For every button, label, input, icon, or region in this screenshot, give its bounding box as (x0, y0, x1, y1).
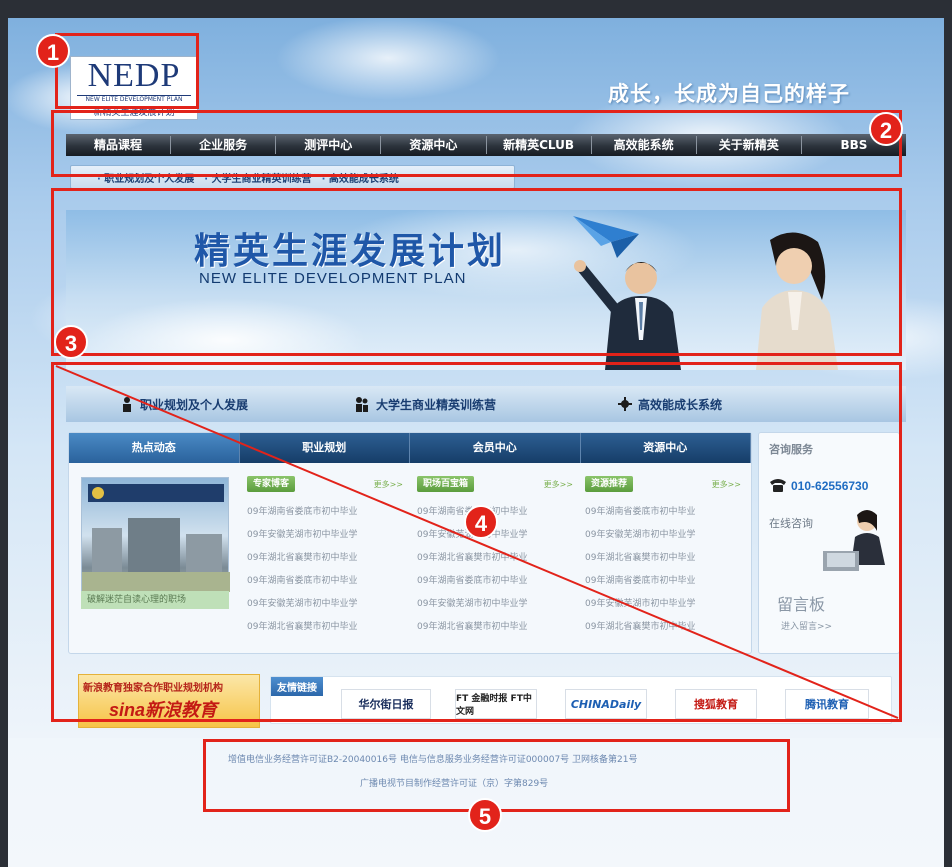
annotation-diagonal-line (55, 365, 899, 719)
annotation-marker-5: 5 (468, 798, 502, 832)
annotation-marker-4: 4 (464, 505, 498, 539)
annotation-marker-2: 2 (869, 112, 903, 146)
annotation-marker-1: 1 (36, 34, 70, 68)
annotation-marker-3: 3 (54, 325, 88, 359)
